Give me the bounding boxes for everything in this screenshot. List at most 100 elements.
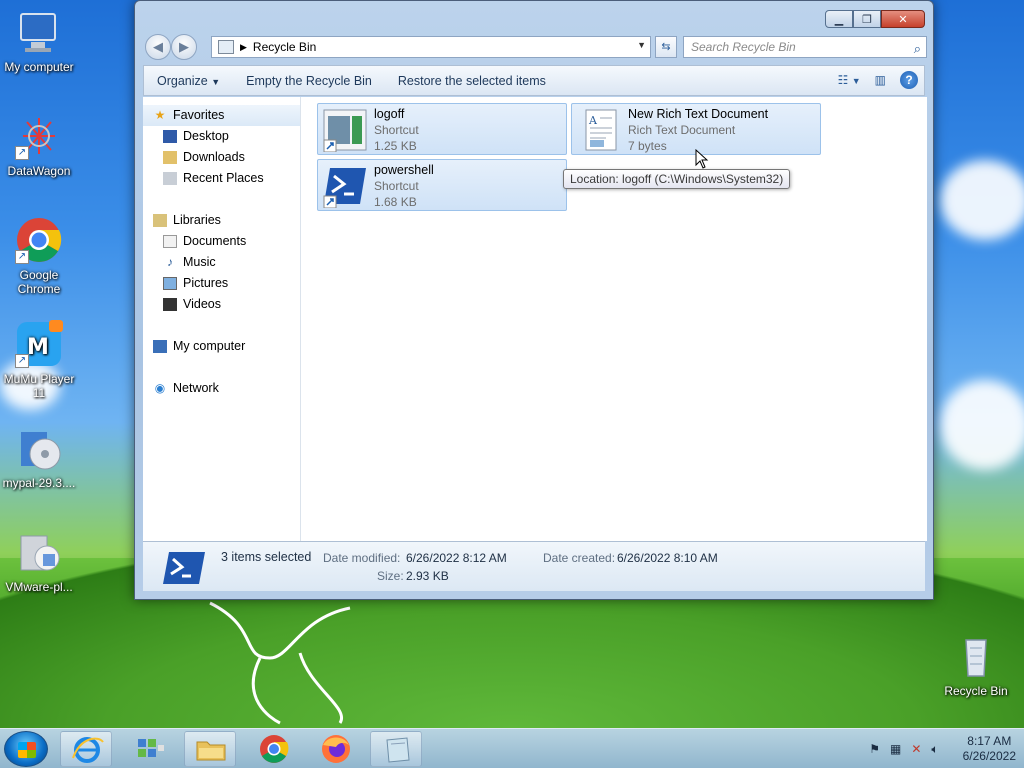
nav-label: Videos <box>183 297 221 311</box>
nav-label: Music <box>183 255 216 269</box>
nav-label: Pictures <box>183 276 229 290</box>
location-tooltip: Location: logoff (C:\Windows\System32) <box>563 169 791 189</box>
date-created-value: 6/26/2022 8:10 AM <box>617 551 718 565</box>
taskbar-internet-explorer[interactable] <box>60 731 112 767</box>
selection-count: 3 items selected <box>221 550 312 564</box>
taskbar-file-explorer[interactable] <box>184 731 236 767</box>
windows-logo-icon <box>18 742 36 758</box>
scribble-drawing <box>209 601 351 725</box>
desktop-icon <box>163 130 177 143</box>
svg-text:A: A <box>588 114 598 127</box>
nav-label: Desktop <box>183 129 229 143</box>
file-size: 1.25 KB <box>374 139 417 153</box>
preview-pane-button[interactable]: ▥ <box>875 73 886 87</box>
close-button[interactable]: ✕ <box>881 10 925 28</box>
videos-icon <box>163 298 177 311</box>
address-text: Recycle Bin <box>252 40 317 54</box>
address-dropdown-icon[interactable]: ▼ <box>637 40 646 50</box>
recent-places-icon <box>163 172 177 185</box>
taskbar-notepad-app[interactable] <box>370 731 422 767</box>
network-tray-icon[interactable]: ▦ <box>890 742 901 756</box>
powershell-icon <box>161 550 205 586</box>
nav-music[interactable]: ♪ Music <box>143 252 300 273</box>
desktop-icon-mypal[interactable]: mypal-29.3.... <box>0 424 78 490</box>
nav-label: Libraries <box>173 213 221 227</box>
taskbar-google-chrome[interactable] <box>248 731 300 767</box>
clock-date: 6/26/2022 <box>962 749 1016 763</box>
command-bar: Organize ▼ Empty the Recycle Bin Restore… <box>143 65 925 96</box>
desktop-icon-label: Recycle Bin <box>944 684 1008 698</box>
explorer-window: ▁ ❐ ✕ ◀ ▶ ▶ Recycle Bin ▼ ⇆ Search Recyc… <box>134 0 934 600</box>
desktop-icon-label: MuMu Player 11 <box>3 372 75 400</box>
file-item-new-rich-text-document[interactable]: A New Rich Text Document Rich Text Docum… <box>571 103 821 155</box>
installer-icon <box>15 528 63 576</box>
nav-label: Documents <box>183 234 247 248</box>
change-view-button[interactable]: ☷ ▼ <box>838 73 861 87</box>
action-center-icon[interactable]: ⚑ <box>869 742 880 756</box>
address-bar[interactable]: ▶ Recycle Bin ▼ <box>211 36 651 58</box>
forward-arrow-icon: ▶ <box>179 39 189 54</box>
nav-network[interactable]: ◉ Network <box>143 378 300 399</box>
nav-pictures[interactable]: Pictures <box>143 273 300 294</box>
mumu-player-icon: M ↗ <box>15 320 63 368</box>
maximize-icon: ❐ <box>862 13 872 26</box>
nav-label: Downloads <box>183 150 245 164</box>
organize-button[interactable]: Organize ▼ <box>144 74 233 88</box>
nav-my-computer[interactable]: My computer <box>143 336 300 357</box>
nav-documents[interactable]: Documents <box>143 231 300 252</box>
desktop-icon-datawagon[interactable]: ↗ DataWagon <box>0 112 78 178</box>
restore-selected-button[interactable]: Restore the selected items <box>385 74 559 88</box>
recycle-bin-icon <box>952 632 1000 680</box>
file-item-logoff[interactable]: logoff Shortcut 1.25 KB <box>317 103 567 155</box>
system-tray: ⚑ ▦ ✕ 🔈︎ 8:17 AM 6/26/2022 <box>869 729 1016 768</box>
nav-downloads[interactable]: Downloads <box>143 147 300 168</box>
desktop-icon-mumu-player[interactable]: M ↗ MuMu Player 11 <box>0 320 78 400</box>
clock[interactable]: 8:17 AM 6/26/2022 <box>963 734 1016 764</box>
nav-label: My computer <box>173 339 246 353</box>
network-disconnected-icon[interactable]: ✕ <box>911 742 921 756</box>
minimize-button[interactable]: ▁ <box>825 10 853 28</box>
taskbar-datawagon[interactable] <box>124 731 176 767</box>
file-size: 7 bytes <box>628 139 667 153</box>
forward-button[interactable]: ▶ <box>171 34 197 60</box>
desktop-icon-recycle-bin[interactable]: Recycle Bin <box>936 632 1016 698</box>
documents-icon <box>163 235 177 248</box>
nav-videos[interactable]: Videos <box>143 294 300 315</box>
nav-label: Network <box>173 381 219 395</box>
start-button[interactable] <box>4 731 48 767</box>
music-note-icon: ♪ <box>167 255 173 269</box>
search-placeholder: Search Recycle Bin <box>691 40 796 54</box>
desktop-icon-google-chrome[interactable]: ↗ Google Chrome <box>0 216 78 296</box>
desktop-icon-my-computer[interactable]: My computer <box>0 8 78 74</box>
back-button[interactable]: ◀ <box>145 34 171 60</box>
nav-desktop[interactable]: Desktop <box>143 126 300 147</box>
empty-recycle-bin-button[interactable]: Empty the Recycle Bin <box>233 74 385 88</box>
shortcut-arrow-icon: ↗ <box>15 146 29 160</box>
date-modified-label: Date modified: <box>323 551 401 565</box>
nav-libraries[interactable]: Libraries <box>143 210 300 231</box>
nav-recent-places[interactable]: Recent Places <box>143 168 300 189</box>
file-name: New Rich Text Document <box>628 107 769 121</box>
volume-icon[interactable]: 🔈︎ <box>931 742 938 757</box>
file-type: Shortcut <box>374 123 419 137</box>
taskbar: ⚑ ▦ ✕ 🔈︎ 8:17 AM 6/26/2022 <box>0 728 1024 768</box>
file-name: powershell <box>374 163 434 177</box>
organize-label: Organize <box>157 73 208 88</box>
nav-favorites[interactable]: ★ Favorites <box>143 105 300 126</box>
downloads-folder-icon <box>163 151 177 164</box>
size-value: 2.93 KB <box>406 569 449 583</box>
help-button[interactable]: ? <box>900 71 918 89</box>
desktop-icon-vmware[interactable]: VMware-pl... <box>0 528 78 594</box>
refresh-button[interactable]: ⇆ <box>655 36 677 58</box>
caption-buttons: ▁ ❐ ✕ <box>825 10 925 28</box>
notepad-icon <box>386 737 410 763</box>
internet-explorer-icon <box>72 737 104 763</box>
taskbar-firefox[interactable] <box>310 731 362 767</box>
maximize-button[interactable]: ❐ <box>853 10 881 28</box>
file-size: 1.68 KB <box>374 195 417 209</box>
file-item-powershell[interactable]: powershell Shortcut 1.68 KB <box>317 159 567 211</box>
search-input[interactable]: Search Recycle Bin ⌕ <box>683 36 927 58</box>
file-name: logoff <box>374 107 405 121</box>
computer-icon <box>153 340 167 353</box>
